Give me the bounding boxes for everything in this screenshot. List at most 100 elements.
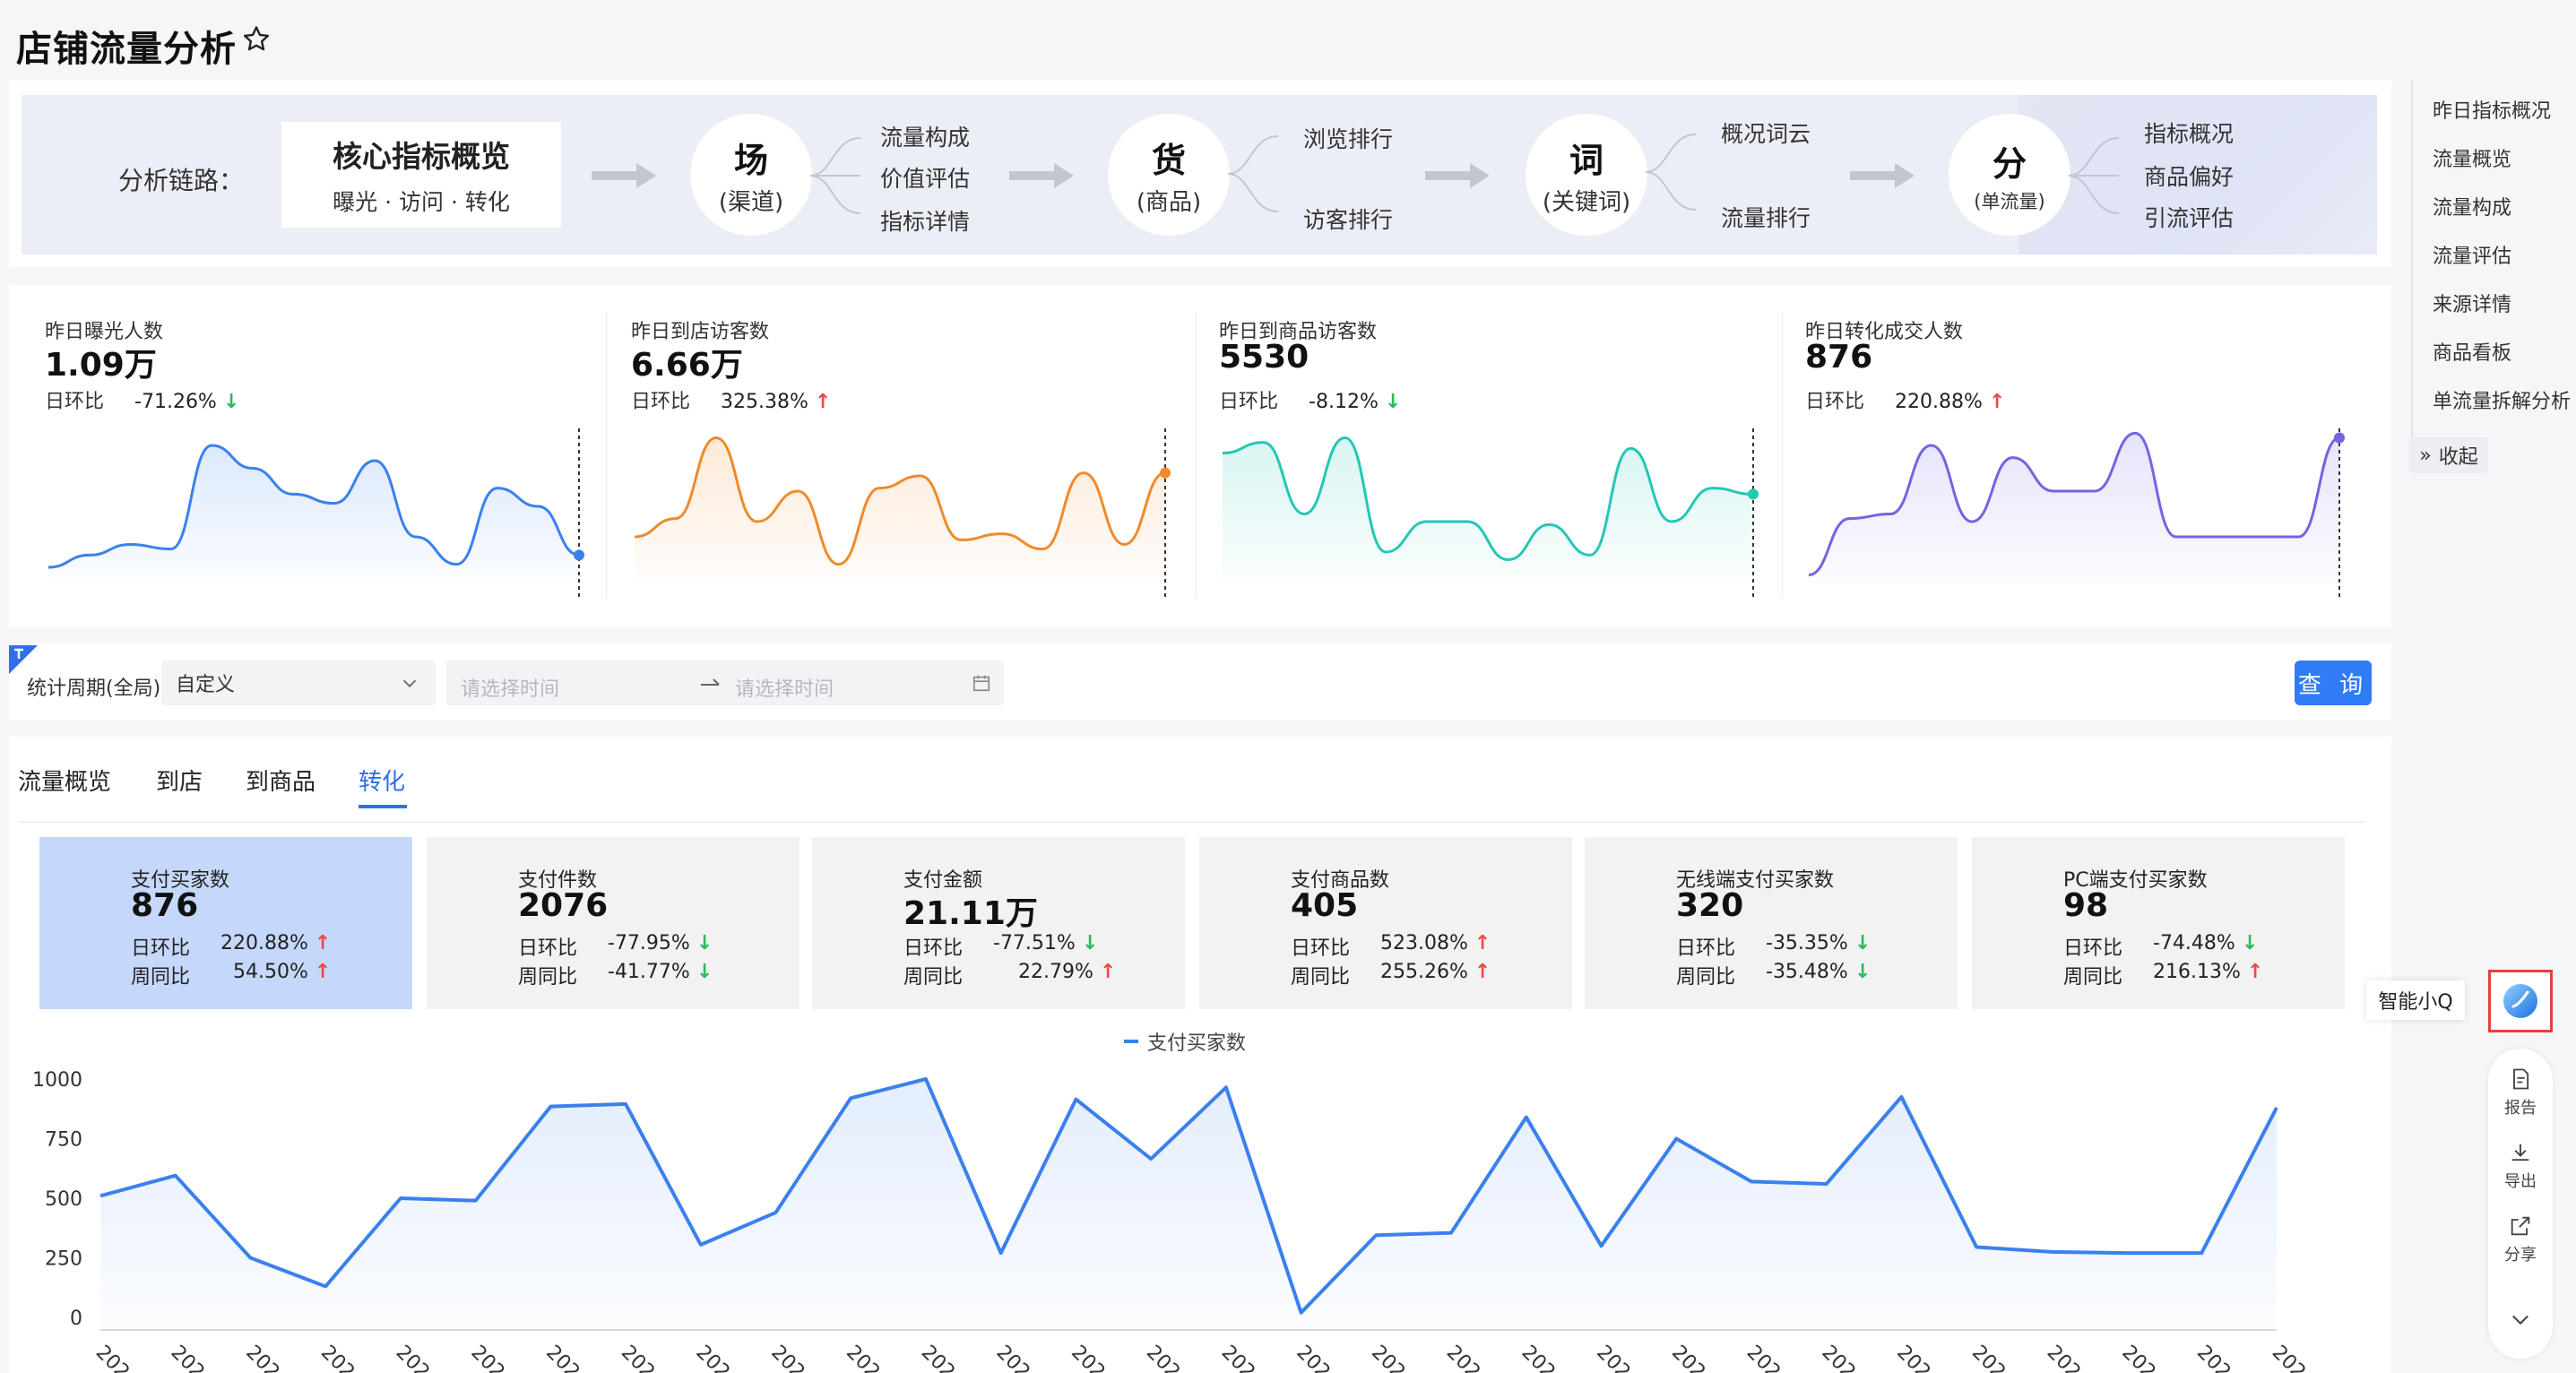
branch-word-cloud[interactable]: 概况词云 xyxy=(1721,117,1811,149)
nav-source-details[interactable]: 来源详情 xyxy=(2433,289,2511,317)
arrow-down-icon: ↓ xyxy=(696,961,713,983)
branch-browse-rank[interactable]: 浏览排行 xyxy=(1303,122,1393,154)
arrow-down-icon: ↓ xyxy=(1854,932,1871,954)
ratio-label: 日环比 xyxy=(45,391,105,413)
nav-yesterday-overview[interactable]: 昨日指标概况 xyxy=(2433,95,2551,124)
single-traffic-node[interactable]: 分 (单流量) xyxy=(1949,114,2070,236)
ratio-label: 周同比 xyxy=(903,966,964,989)
branch-traffic-evaluation[interactable]: 引流评估 xyxy=(2144,201,2234,233)
x-tick-label: 202 xyxy=(617,1342,659,1373)
branch-metric-overview[interactable]: 指标概况 xyxy=(2144,117,2234,149)
kpi-pay-goods[interactable]: 支付商品数 405 日环比 523.08% ↑ 周同比 255.26% ↑ xyxy=(1199,837,1572,1009)
kpi-mobile-buyers[interactable]: 无线端支付买家数 320 日环比 -35.35% ↓ 周同比 -35.48% ↓ xyxy=(1585,837,1958,1009)
page-title: 店铺流量分析 xyxy=(16,29,237,70)
branch-visitor-rank[interactable]: 访客排行 xyxy=(1303,203,1393,235)
channel-node[interactable]: 场 (渠道) xyxy=(690,114,812,236)
branch-metric-details[interactable]: 指标详情 xyxy=(880,204,970,237)
star-icon[interactable] xyxy=(240,23,272,56)
x-tick-label: 202 xyxy=(1217,1342,1259,1373)
ratio-label: 日环比 xyxy=(1805,391,1865,413)
chain-label: 分析链路： xyxy=(118,166,245,195)
core-metrics-node[interactable]: 核心指标概览 曝光 · 访问 · 转化 xyxy=(281,122,561,228)
y-tick-label: 500 xyxy=(45,1188,82,1211)
date-range-picker[interactable]: 请选择时间 请选择时间 xyxy=(446,661,1004,705)
analysis-chain: 分析链路： 核心指标概览 曝光 · 访问 · 转化 场 (渠道) 流量构成 价值… xyxy=(22,95,2377,255)
ratio-label: 周同比 xyxy=(518,966,578,989)
ratio-label: 周同比 xyxy=(131,966,191,989)
x-tick-label: 202 xyxy=(1967,1342,2010,1373)
report-button[interactable]: 报告 xyxy=(2488,1066,2553,1118)
report-icon xyxy=(2513,1068,2529,1090)
assistant-button[interactable] xyxy=(2488,970,2553,1032)
metric-value: 876 xyxy=(1805,339,1873,376)
ratio-value: 220.88% xyxy=(220,932,308,954)
nav-single-traffic[interactable]: 单流量拆解分析 xyxy=(2433,385,2571,414)
ratio-value: 22.79% xyxy=(1018,961,1094,983)
ratio-value: -74.48% xyxy=(2153,932,2235,954)
expand-tools-button[interactable] xyxy=(2488,1307,2553,1335)
metric-value: 1.09万 xyxy=(45,347,157,384)
tab-to-goods[interactable]: 到商品 xyxy=(246,764,316,797)
chevron-down-icon xyxy=(2512,1315,2528,1326)
sparkline-2 xyxy=(1222,428,1759,597)
right-anchor-nav: 昨日指标概况 流量概览 流量构成 流量评估 来源详情 商品看板 单流量拆解分析 xyxy=(2411,81,2571,441)
ratio-value: -35.35% xyxy=(1766,932,1848,954)
ratio-label: 日环比 xyxy=(903,937,964,960)
chain-arrow-icon xyxy=(592,163,656,188)
x-tick-label: 202 xyxy=(466,1342,508,1373)
kpi-pay-items[interactable]: 支付件数 2076 日环比 -77.95% ↓ 周同比 -41.77% ↓ xyxy=(427,837,800,1009)
ratio-label: 日环比 xyxy=(2063,937,2123,960)
collapse-button[interactable]: » 收起 xyxy=(2409,437,2488,473)
tab-conversion[interactable]: 转化 xyxy=(359,764,405,797)
nav-goods-board[interactable]: 商品看板 xyxy=(2433,337,2511,366)
kpi-week-ratio: 周同比 22.79% ↑ xyxy=(903,961,1116,989)
report-label: 报告 xyxy=(2504,1099,2537,1118)
y-tick-label: 250 xyxy=(45,1248,82,1271)
kpi-pc-buyers[interactable]: PC端支付买家数 98 日环比 -74.48% ↓ 周同比 216.13% ↑ xyxy=(1972,837,2345,1009)
kpi-value: 405 xyxy=(1291,887,1359,924)
share-button[interactable]: 分享 xyxy=(2488,1213,2553,1265)
period-select[interactable]: 自定义 xyxy=(161,661,436,705)
export-button[interactable]: 导出 xyxy=(2488,1140,2553,1192)
goods-node[interactable]: 货 (商品) xyxy=(1108,114,1230,236)
node-title: 分 xyxy=(1992,143,2027,184)
chevron-down-icon xyxy=(402,679,417,687)
sparkline-0 xyxy=(48,428,584,597)
branch-traffic-rank[interactable]: 流量排行 xyxy=(1721,201,1811,233)
ratio-label: 周同比 xyxy=(2063,966,2123,989)
sparkline-area xyxy=(635,437,1165,583)
start-date-input[interactable]: 请选择时间 xyxy=(461,673,559,702)
kpi-pay-buyers[interactable]: 支付买家数 876 日环比 220.88% ↑ 周同比 54.50% ↑ xyxy=(39,837,412,1009)
branch-traffic-composition[interactable]: 流量构成 xyxy=(880,120,970,152)
kpi-week-ratio: 周同比 216.13% ↑ xyxy=(2063,961,2263,989)
series-area xyxy=(100,1079,2277,1330)
tab-to-store[interactable]: 到店 xyxy=(156,764,203,797)
metric-value: 5530 xyxy=(1219,339,1310,376)
assistant-tooltip: 智能小Q xyxy=(2366,980,2465,1020)
ratio-label: 日环比 xyxy=(518,937,578,960)
arrow-down-icon: ↓ xyxy=(1081,932,1099,954)
kpi-day-ratio: 日环比 220.88% ↑ xyxy=(131,932,331,961)
nav-traffic-evaluation[interactable]: 流量评估 xyxy=(2433,240,2511,269)
x-tick-label: 202 xyxy=(1742,1342,1785,1373)
ratio-value: -77.51% xyxy=(993,932,1076,954)
legend-swatch xyxy=(1124,1040,1138,1043)
branch-value-evaluation[interactable]: 价值评估 xyxy=(880,161,970,194)
node-title: 场 xyxy=(733,141,768,180)
nav-traffic-composition[interactable]: 流量构成 xyxy=(2433,192,2511,220)
chart-legend[interactable]: 支付买家数 xyxy=(1124,1027,1246,1056)
nav-traffic-overview[interactable]: 流量概览 xyxy=(2433,143,2511,172)
x-tick-label: 202 xyxy=(316,1342,359,1373)
query-button[interactable]: 查 询 xyxy=(2295,661,2372,705)
branch-goods-preference[interactable]: 商品偏好 xyxy=(2144,160,2234,192)
x-tick-label: 202 xyxy=(1442,1342,1484,1373)
sparkline-dot xyxy=(1160,467,1171,479)
ratio-label: 日环比 xyxy=(1291,937,1351,960)
tab-traffic-overview[interactable]: 流量概览 xyxy=(18,764,111,797)
kpi-pay-amount[interactable]: 支付金额 21.11万 日环比 -77.51% ↓ 周同比 22.79% ↑ xyxy=(812,837,1185,1009)
ratio-value: 255.26% xyxy=(1380,961,1468,983)
end-date-input[interactable]: 请选择时间 xyxy=(735,673,834,702)
arrow-up-icon: ↑ xyxy=(1099,961,1117,983)
y-tick-label: 750 xyxy=(45,1129,82,1152)
keyword-node[interactable]: 词 (关键词) xyxy=(1526,114,1647,236)
